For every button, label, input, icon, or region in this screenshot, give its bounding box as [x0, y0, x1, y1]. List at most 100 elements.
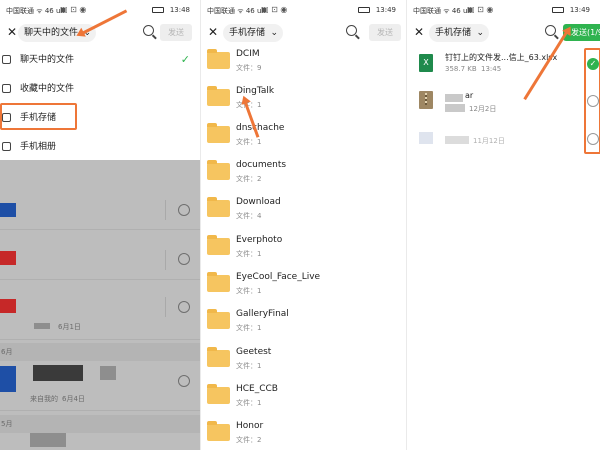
- folder-row[interactable]: HCE_CCB 文件：1: [201, 382, 406, 419]
- menu-item-label: 收藏中的文件: [20, 84, 75, 94]
- source-dropdown[interactable]: 手机存储 ⌄: [223, 24, 284, 42]
- highlight-box-select-radios: [584, 48, 600, 154]
- file-name: 钉钉上的文件发...信上_63.xlsx: [445, 53, 558, 62]
- folder-row[interactable]: Geetest 文件：1: [201, 345, 406, 382]
- menu-item-photo-album[interactable]: 手机相册: [0, 133, 200, 161]
- zip-file-icon: [419, 91, 433, 109]
- folder-count: 文件：4: [236, 212, 262, 220]
- search-icon[interactable]: [143, 25, 154, 36]
- source-dropdown-label: 手机存储: [229, 28, 266, 38]
- folder-row[interactable]: Honor 文件：2: [201, 419, 406, 450]
- folder-name: GalleryFinal: [236, 309, 289, 319]
- select-radio[interactable]: [178, 301, 190, 313]
- blurred-text: [100, 366, 116, 380]
- folder-icon: [207, 384, 230, 404]
- folder-row[interactable]: Everphoto 文件：1: [201, 233, 406, 270]
- menu-item-favorite-files[interactable]: 收藏中的文件: [0, 75, 200, 103]
- folder-icon: [207, 123, 230, 143]
- folder-name: EyeCool_Face_Live: [236, 272, 321, 282]
- folder-count: 文件：1: [236, 287, 262, 295]
- folder-count: 文件：2: [236, 436, 262, 444]
- close-icon[interactable]: ✕: [414, 25, 424, 39]
- folder-icon: [207, 235, 230, 255]
- folder-row[interactable]: EyeCool_Face_Live 文件：1: [201, 270, 406, 307]
- folder-name: DingTalk: [236, 86, 275, 96]
- status-icons: ▣ ⊡ ◉: [261, 5, 288, 14]
- folder-icon: [207, 309, 230, 329]
- folder-row[interactable]: dnschache 文件：1: [201, 121, 406, 158]
- list-item: [0, 190, 200, 230]
- battery-icon: [152, 7, 164, 13]
- folder-row[interactable]: Download 文件：4: [201, 195, 406, 232]
- close-icon[interactable]: ✕: [208, 25, 218, 39]
- select-radio[interactable]: [178, 204, 190, 216]
- file-time: 13:45: [481, 65, 502, 73]
- folder-name: Everphoto: [236, 235, 283, 245]
- file-row[interactable]: 11月12日: [407, 124, 600, 160]
- folder-icon: [207, 49, 230, 69]
- folder-row[interactable]: DCIM 文件：9: [201, 47, 406, 84]
- close-icon[interactable]: ✕: [7, 25, 17, 39]
- file-date: 6月4日: [62, 395, 85, 403]
- chat-file-icon: [2, 55, 11, 64]
- menu-item-chat-files[interactable]: 聊天中的文件 ✓: [0, 46, 200, 74]
- menu-item-label: 手机相册: [20, 142, 57, 152]
- search-icon[interactable]: [545, 25, 556, 36]
- file-thumb: [0, 251, 16, 265]
- folder-row[interactable]: documents 文件：2: [201, 158, 406, 195]
- source-dropdown-label: 手机存储: [435, 28, 472, 38]
- select-radio[interactable]: [178, 375, 190, 387]
- blurred-text: [445, 94, 463, 102]
- file-name: ar: [465, 91, 474, 100]
- folder-count: 文件：1: [236, 362, 262, 370]
- file-row[interactable]: ar 12月2日: [407, 86, 600, 122]
- carrier-label: 中国联通 ᯤ 46 ull: [413, 7, 472, 15]
- folder-count: 文件：1: [236, 399, 262, 407]
- battery-icon: [552, 7, 564, 13]
- file-thumb: [0, 366, 16, 392]
- carrier-label: 中国联通 ᯤ 46 ull: [6, 7, 65, 15]
- folder-row[interactable]: GalleryFinal 文件：1: [201, 307, 406, 344]
- divider: [165, 250, 166, 270]
- folder-icon: [207, 197, 230, 217]
- divider: [165, 297, 166, 317]
- send-button[interactable]: 发送: [160, 24, 192, 41]
- folder-name: dnschache: [236, 123, 285, 133]
- status-time: 13:49: [375, 6, 396, 14]
- section-header: 5月: [0, 415, 200, 433]
- photo-album-icon: [2, 142, 11, 151]
- blurred-text: [445, 136, 469, 144]
- folder-row[interactable]: DingTalk 文件：1: [201, 84, 406, 121]
- folder-name: documents: [236, 160, 287, 170]
- battery-icon: [358, 7, 370, 13]
- file-row[interactable]: X 钉钉上的文件发...信上_63.xlsx 358.7 KB 13:45 ✓: [407, 48, 600, 84]
- folder-count: 文件：1: [236, 324, 262, 332]
- status-icons: ▣ ⊡ ◉: [467, 5, 494, 14]
- xlsx-file-icon: X: [419, 54, 433, 72]
- folder-icon: [207, 347, 230, 367]
- list-item: [0, 240, 200, 280]
- file-date: 6月1日: [58, 323, 81, 331]
- blurred-text: [445, 104, 465, 112]
- menu-item-label: 聊天中的文件: [20, 55, 75, 65]
- dimmed-file-list: 6月1日 6月 来自我的 6月4日 5月: [0, 160, 200, 450]
- file-picker-header: ✕ 手机存储 ⌄ 发送: [201, 22, 406, 44]
- status-bar: 中国联通 ᯤ 46 ull ▣ ⊡ ◉ 13:49: [201, 0, 406, 22]
- section-header: 6月: [0, 343, 200, 361]
- blurred-text: [30, 433, 66, 447]
- send-button[interactable]: 发送: [369, 24, 401, 41]
- folder-name: Download: [236, 197, 281, 207]
- phone-storage-panel: 中国联通 ᯤ 46 ull ▣ ⊡ ◉ 13:49 ✕ 手机存储 ⌄ 发送 DC…: [200, 0, 406, 450]
- status-time: 13:49: [569, 6, 590, 14]
- source-dropdown[interactable]: 手机存储 ⌄: [429, 24, 490, 42]
- folder-name: DCIM: [236, 49, 260, 59]
- select-radio[interactable]: [178, 253, 190, 265]
- search-icon[interactable]: [346, 25, 357, 36]
- chevron-down-icon: ⌄: [270, 28, 279, 38]
- chat-files-panel: 中国联通 ᯤ 46 ull ▣ ⊡ ◉ 13:48 ✕ 聊天中的文件 ⌄ 发送 …: [0, 0, 200, 450]
- file-select-panel: 中国联通 ᯤ 46 ull ▣ ⊡ ◉ 13:49 ✕ 手机存储 ⌄ 发送(1/…: [406, 0, 600, 450]
- chevron-down-icon: ⌄: [476, 28, 485, 38]
- check-icon: ✓: [180, 53, 190, 66]
- folder-icon: [207, 272, 230, 292]
- divider: [165, 200, 166, 220]
